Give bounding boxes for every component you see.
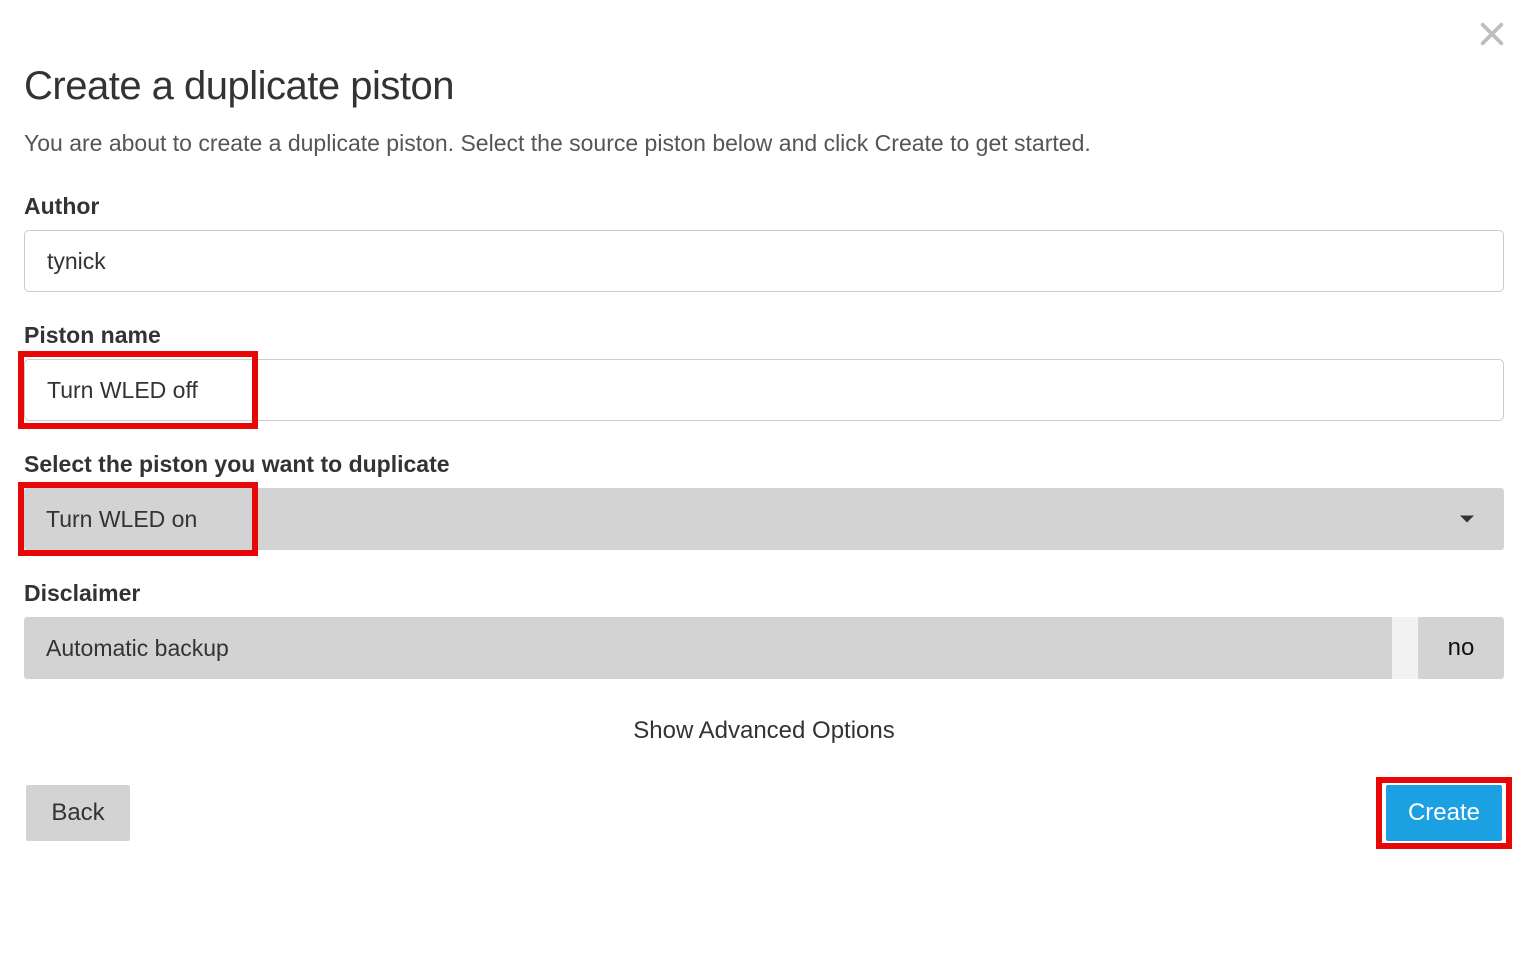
disclaimer-field-block: Disclaimer Automatic backup no <box>24 580 1504 679</box>
disclaimer-row: Automatic backup no <box>24 617 1504 679</box>
dialog-subtitle: You are about to create a duplicate pist… <box>24 127 1504 159</box>
back-button[interactable]: Back <box>26 785 130 841</box>
select-piston-value: Turn WLED on <box>46 506 197 533</box>
disclaimer-text: Automatic backup <box>24 617 1392 679</box>
select-piston-field-block: Select the piston you want to duplicate … <box>24 451 1504 550</box>
piston-name-label: Piston name <box>24 322 1504 349</box>
disclaimer-label: Disclaimer <box>24 580 1504 607</box>
dialog-title: Create a duplicate piston <box>24 64 1504 109</box>
close-icon[interactable] <box>1478 20 1506 48</box>
piston-name-input[interactable] <box>24 359 1504 421</box>
duplicate-piston-dialog: Create a duplicate piston You are about … <box>0 0 1528 865</box>
author-field-block: Author <box>24 193 1504 292</box>
author-label: Author <box>24 193 1504 220</box>
select-piston-dropdown[interactable]: Turn WLED on <box>24 488 1504 550</box>
disclaimer-toggle[interactable]: no <box>1418 617 1504 679</box>
create-button[interactable]: Create <box>1386 785 1502 841</box>
select-piston-label: Select the piston you want to duplicate <box>24 451 1504 478</box>
author-input[interactable] <box>24 230 1504 292</box>
dialog-footer: Back Create <box>24 785 1504 841</box>
piston-name-field-block: Piston name <box>24 322 1504 421</box>
toggle-divider <box>1392 617 1418 679</box>
chevron-down-icon <box>1460 516 1474 523</box>
show-advanced-options-link[interactable]: Show Advanced Options <box>24 717 1504 745</box>
